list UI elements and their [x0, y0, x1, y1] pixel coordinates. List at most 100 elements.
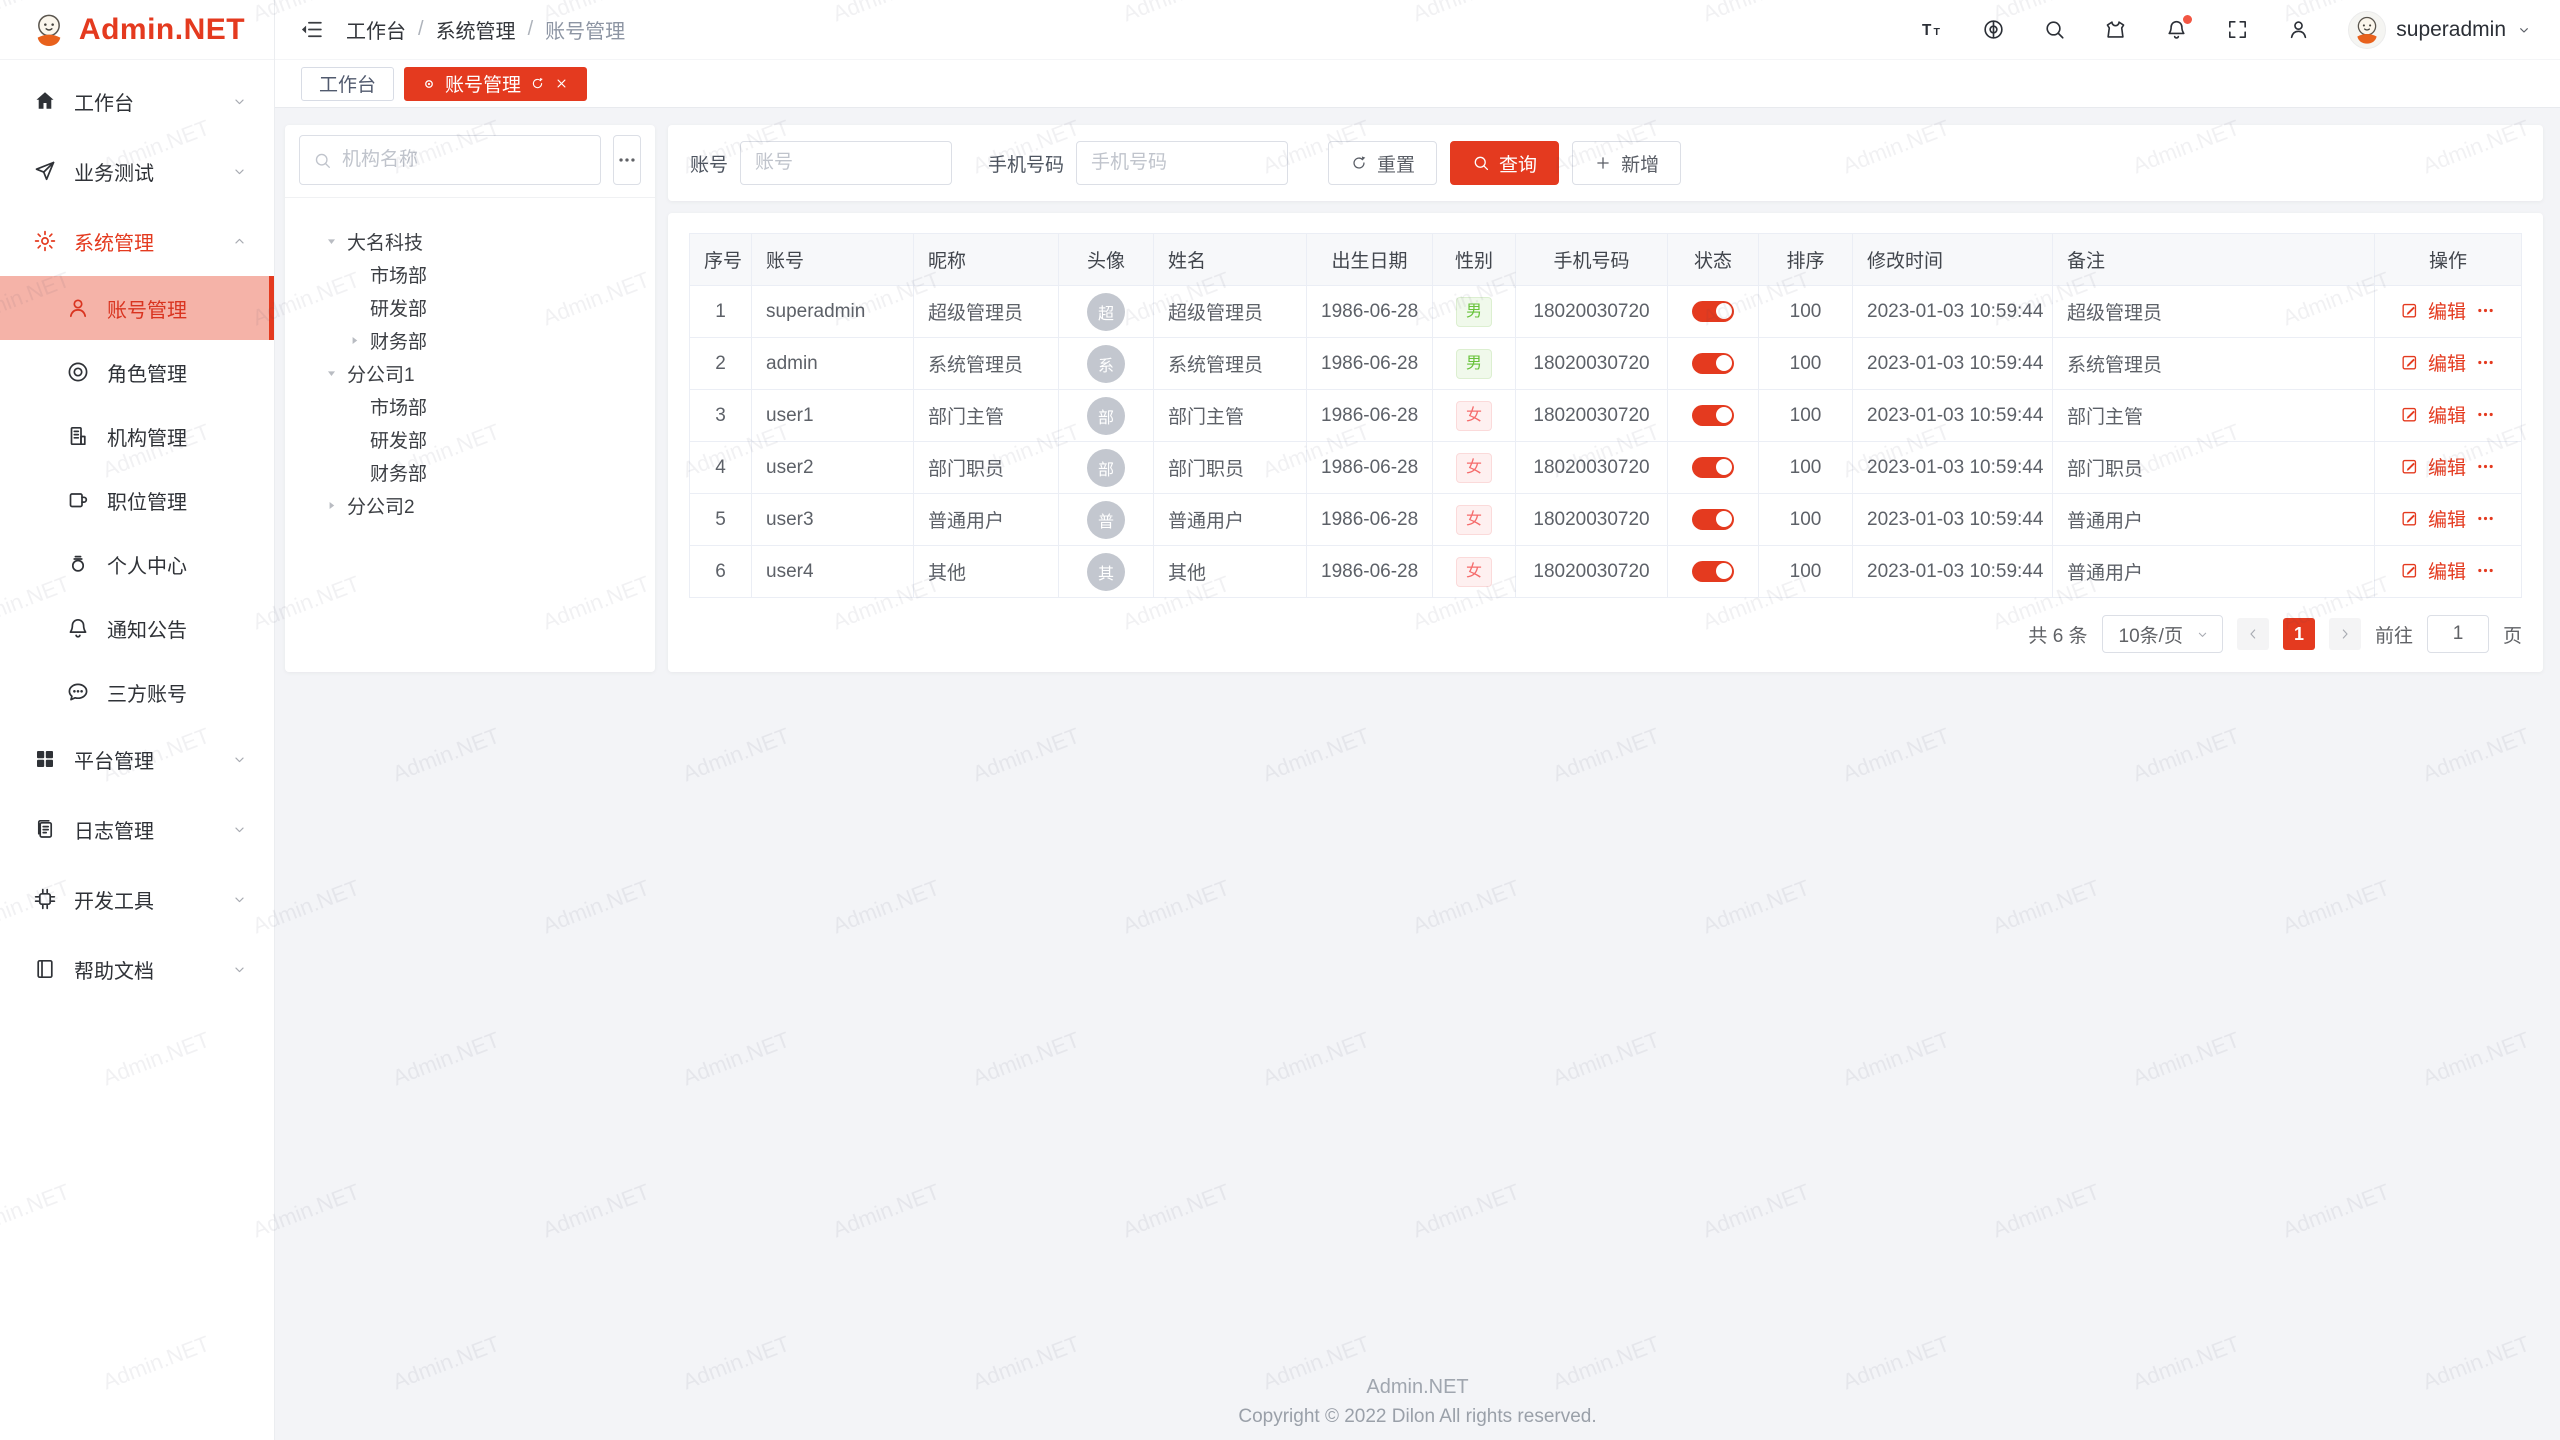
ellipsis-icon[interactable] — [2475, 404, 2496, 425]
status-toggle[interactable] — [1692, 457, 1734, 478]
tab-0[interactable]: 工作台 — [301, 67, 394, 101]
account-input[interactable] — [740, 141, 952, 185]
ellipsis-icon[interactable] — [2475, 508, 2496, 529]
cell-modified: 2023-01-03 10:59:44 — [1853, 286, 2053, 338]
cell-avatar: 部 — [1059, 390, 1154, 442]
row-actions: 编辑 — [2400, 557, 2496, 584]
cell-birth: 1986-06-28 — [1307, 338, 1433, 390]
sidebar-subitem-2-4[interactable]: 个人中心 — [0, 532, 274, 596]
sidebar-item-1[interactable]: 业务测试 — [0, 136, 274, 206]
edit-icon[interactable] — [2400, 457, 2419, 476]
edit-button[interactable]: 编辑 — [2428, 297, 2466, 324]
breadcrumb-item[interactable]: 系统管理 — [436, 15, 516, 44]
edit-button[interactable]: 编辑 — [2428, 401, 2466, 428]
ellipsis-icon[interactable] — [2475, 456, 2496, 477]
cell-sort: 100 — [1759, 546, 1853, 598]
next-page-button[interactable] — [2329, 618, 2361, 650]
theme-icon[interactable] — [2104, 18, 2127, 41]
prev-page-button[interactable] — [2237, 618, 2269, 650]
status-toggle[interactable] — [1692, 561, 1734, 582]
page-size-select[interactable]: 10条/页 — [2102, 615, 2223, 653]
account-icon[interactable] — [2287, 18, 2310, 41]
breadcrumb-item[interactable]: 工作台 — [346, 15, 406, 44]
sidebar-item-6[interactable]: 帮助文档 — [0, 934, 274, 1004]
sidebar-subitem-2-3[interactable]: 职位管理 — [0, 468, 274, 532]
sidebar-item-3[interactable]: 平台管理 — [0, 724, 274, 794]
tree-node-label: 市场部 — [370, 393, 427, 420]
edit-icon[interactable] — [2400, 405, 2419, 424]
search-icon[interactable] — [2043, 18, 2066, 41]
reset-button[interactable]: 重置 — [1328, 141, 1437, 185]
status-toggle[interactable] — [1692, 353, 1734, 374]
gear-icon — [33, 229, 57, 253]
header-icon-group: TT — [1921, 18, 2310, 41]
edit-icon[interactable] — [2400, 561, 2419, 580]
edit-icon[interactable] — [2400, 301, 2419, 320]
refresh-icon[interactable] — [530, 76, 545, 91]
tree-node[interactable]: 财务部 — [299, 324, 641, 357]
logo-title: Admin.NET — [79, 13, 245, 47]
tree-more-button[interactable] — [613, 135, 641, 185]
tree-node-label: 大名科技 — [347, 228, 423, 255]
edit-icon[interactable] — [2400, 509, 2419, 528]
sidebar-item-2[interactable]: 系统管理 — [0, 206, 274, 276]
tree-node[interactable]: 财务部 — [299, 456, 641, 489]
phone-label: 手机号码 — [988, 150, 1064, 177]
cell-seq: 4 — [690, 442, 752, 494]
add-button[interactable]: 新增 — [1572, 141, 1681, 185]
tree-node[interactable]: 大名科技 — [299, 225, 641, 258]
edit-button[interactable]: 编辑 — [2428, 349, 2466, 376]
caret-down-icon[interactable] — [325, 367, 347, 380]
fullscreen-icon[interactable] — [2226, 18, 2249, 41]
ellipsis-icon[interactable] — [2475, 560, 2496, 581]
sidebar-subitem-2-2[interactable]: 机构管理 — [0, 404, 274, 468]
tree-node[interactable]: 分公司1 — [299, 357, 641, 390]
user-avatar[interactable] — [2348, 11, 2386, 49]
caret-right-icon[interactable] — [348, 334, 370, 347]
caret-down-icon[interactable] — [325, 235, 347, 248]
cell-avatar: 系 — [1059, 338, 1154, 390]
close-icon[interactable] — [554, 76, 569, 91]
status-toggle[interactable] — [1692, 509, 1734, 530]
page-1-button[interactable]: 1 — [2283, 618, 2315, 650]
font-size-icon[interactable]: TT — [1921, 18, 1944, 41]
notification-icon[interactable] — [2165, 18, 2188, 41]
caret-right-icon[interactable] — [325, 499, 347, 512]
cell-birth: 1986-06-28 — [1307, 390, 1433, 442]
status-toggle[interactable] — [1692, 405, 1734, 426]
sidebar-subitem-2-0[interactable]: 账号管理 — [0, 276, 274, 340]
user-menu[interactable]: superadmin — [2348, 11, 2532, 49]
edit-button[interactable]: 编辑 — [2428, 453, 2466, 480]
sidebar-item-0[interactable]: 工作台 — [0, 66, 274, 136]
tree-node[interactable]: 分公司2 — [299, 489, 641, 522]
status-toggle[interactable] — [1692, 301, 1734, 322]
tree-node[interactable]: 市场部 — [299, 258, 641, 291]
cell-account: user2 — [752, 442, 914, 494]
tree-node[interactable]: 市场部 — [299, 390, 641, 423]
org-search-input[interactable] — [342, 149, 587, 171]
search-button[interactable]: 查询 — [1450, 141, 1559, 185]
org-tree-panel: 大名科技市场部研发部财务部分公司1市场部研发部财务部分公司2 — [285, 125, 655, 672]
tab-1[interactable]: 账号管理 — [404, 67, 587, 101]
sidebar-item-4[interactable]: 日志管理 — [0, 794, 274, 864]
phone-input[interactable] — [1076, 141, 1288, 185]
goto-page-input[interactable] — [2427, 615, 2489, 653]
edit-button[interactable]: 编辑 — [2428, 557, 2466, 584]
search-icon — [313, 151, 332, 170]
sidebar-subitem-2-1[interactable]: 角色管理 — [0, 340, 274, 404]
tree-node[interactable]: 研发部 — [299, 291, 641, 324]
edit-button[interactable]: 编辑 — [2428, 505, 2466, 532]
sidebar-subitem-2-5[interactable]: 通知公告 — [0, 596, 274, 660]
bell-icon — [66, 616, 90, 640]
cell-nickname: 部门主管 — [914, 390, 1059, 442]
language-icon[interactable] — [1982, 18, 2005, 41]
ellipsis-icon[interactable] — [2475, 352, 2496, 373]
tree-node[interactable]: 研发部 — [299, 423, 641, 456]
sidebar-subitem-2-6[interactable]: 三方账号 — [0, 660, 274, 724]
sidebar-item-5[interactable]: 开发工具 — [0, 864, 274, 934]
cell-remark: 部门主管 — [2053, 390, 2375, 442]
edit-icon[interactable] — [2400, 353, 2419, 372]
cell-name: 其他 — [1154, 546, 1307, 598]
sidebar-collapse-icon[interactable] — [299, 17, 324, 42]
ellipsis-icon[interactable] — [2475, 300, 2496, 321]
